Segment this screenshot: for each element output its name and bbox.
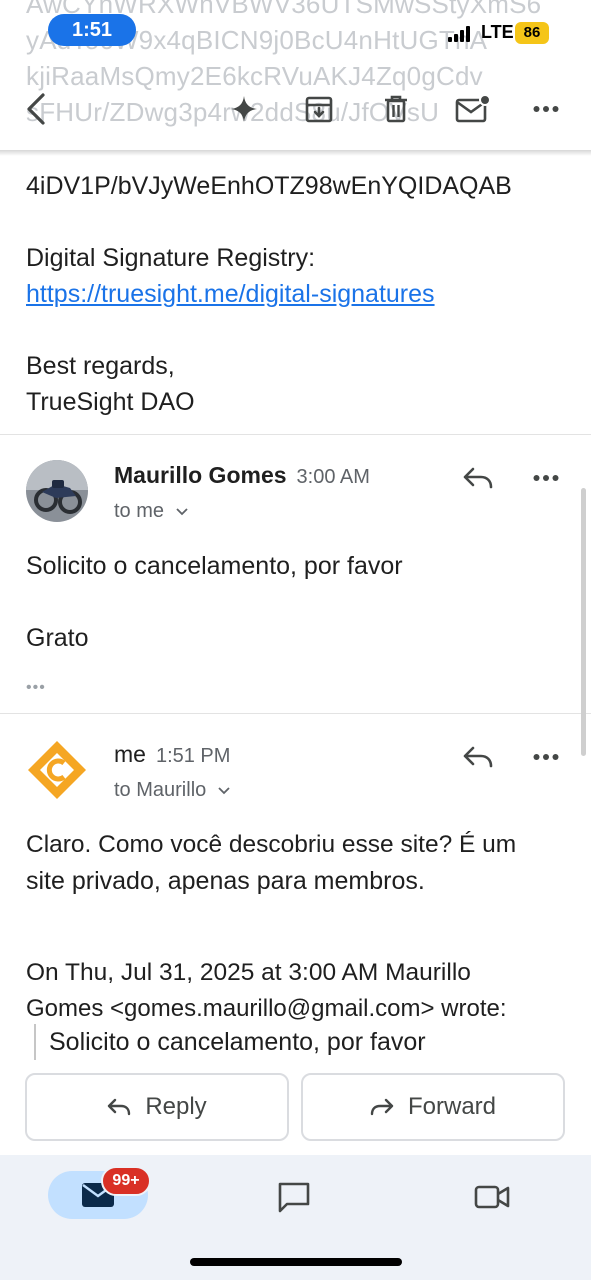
quoted-text: Solicito o cancelamento, por favor — [34, 1024, 426, 1060]
chat-icon — [278, 1182, 310, 1213]
meet-icon — [474, 1185, 510, 1209]
chevron-down-icon — [218, 787, 230, 794]
sparkle-icon[interactable] — [221, 76, 267, 142]
reply-icon[interactable] — [456, 735, 500, 779]
battery-icon: 86 — [515, 22, 549, 44]
signature-text: TrueSight DAO — [26, 388, 195, 416]
recipient-toggle[interactable]: to me — [114, 500, 188, 523]
mark-unread-icon[interactable] — [450, 76, 496, 142]
mail-badge: 99+ — [101, 1166, 151, 1196]
nav-chat[interactable] — [272, 1175, 316, 1219]
archive-icon[interactable] — [296, 76, 342, 142]
status-bar: 1:51 LTE 86 — [0, 0, 591, 62]
registry-link[interactable]: https://truesight.me/digital-signatures — [26, 276, 435, 312]
network-label: LTE — [481, 22, 514, 42]
message-divider — [0, 713, 591, 714]
header-shadow — [0, 150, 591, 156]
scrollbar[interactable] — [581, 488, 586, 756]
registry-label: Digital Signature Registry: — [26, 244, 316, 272]
quote-header-line: On Thu, Jul 31, 2025 at 3:00 AM Maurillo — [26, 959, 471, 986]
message-time: 3:00 AM — [296, 466, 370, 488]
reply-button[interactable]: Reply — [25, 1073, 289, 1141]
more-icon[interactable] — [524, 456, 568, 500]
status-time: 1:51 — [48, 14, 136, 46]
message-divider — [0, 434, 591, 435]
message-time: 1:51 PM — [155, 745, 231, 767]
message-body-line: Grato — [26, 624, 89, 652]
signal-icon — [448, 26, 472, 42]
sender-line: Maurillo Gomes 3:00 AM — [114, 462, 370, 489]
closing-text: Best regards, — [26, 352, 175, 380]
chevron-down-icon — [175, 508, 188, 515]
recipient-text: to me — [114, 500, 165, 522]
show-trimmed-button[interactable]: ••• — [26, 670, 46, 706]
forward-label: Forward — [407, 1093, 497, 1120]
nav-meet[interactable] — [470, 1175, 514, 1219]
more-icon[interactable] — [524, 76, 568, 142]
avatar[interactable] — [26, 460, 88, 522]
recipient-toggle[interactable]: to Maurillo — [114, 779, 230, 802]
message-body-line: Claro. Como você descobriu esse site? É … — [26, 831, 517, 858]
forward-button[interactable]: Forward — [301, 1073, 565, 1141]
message-body-line: Solicito o cancelamento, por favor — [26, 552, 403, 580]
back-arrow-icon[interactable] — [14, 76, 58, 142]
registry-link-text[interactable]: https://truesight.me/digital-signatures — [26, 280, 435, 308]
delete-icon[interactable] — [373, 76, 419, 142]
forward-icon — [370, 1098, 394, 1116]
message-toolbar — [0, 76, 591, 142]
sender-name: Maurillo Gomes — [114, 462, 287, 488]
recipient-text: to Maurillo — [114, 779, 207, 801]
sender-line: me 1:51 PM — [114, 741, 230, 768]
reply-icon — [108, 1098, 131, 1116]
quote-header-line: Gomes <gomes.maurillo@gmail.com> wrote: — [26, 995, 507, 1022]
reply-label: Reply — [145, 1093, 207, 1120]
avatar[interactable] — [26, 739, 88, 801]
more-icon[interactable] — [524, 735, 568, 779]
message-body-line: site privado, apenas para membros. — [26, 867, 425, 895]
key-tail-line: 4iDV1P/bVJyWeEnhOTZ98wEnYQIDAQAB — [26, 172, 512, 200]
reply-icon[interactable] — [456, 456, 500, 500]
sender-name: me — [114, 741, 146, 767]
home-indicator[interactable] — [190, 1258, 402, 1266]
